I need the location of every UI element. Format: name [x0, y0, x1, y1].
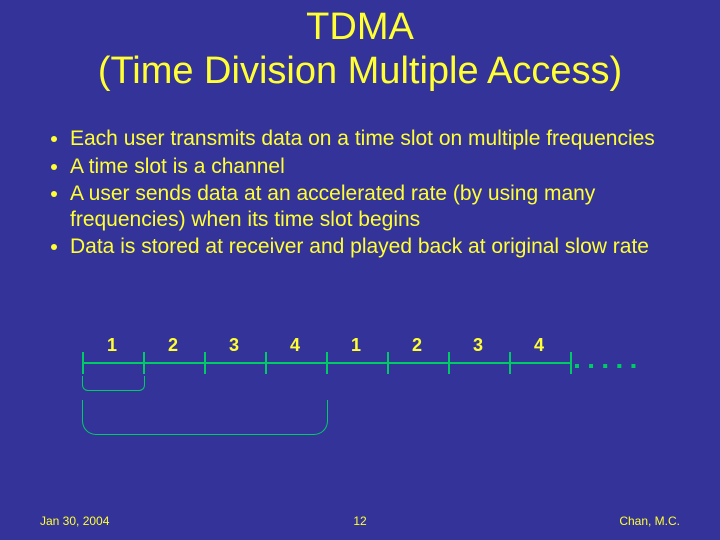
large-bracket	[82, 400, 328, 435]
slot-label: 4	[509, 335, 569, 356]
tdma-timeline: ▪ ▪ ▪ ▪ ▪ 1 2 3 4 1 2 3 4	[62, 330, 652, 460]
small-bracket	[82, 376, 145, 391]
bullet-item: A time slot is a channel	[70, 154, 680, 180]
bullet-item: Data is stored at receiver and played ba…	[70, 234, 680, 260]
slot-label: 3	[204, 335, 264, 356]
tick	[570, 352, 572, 374]
title-line2: (Time Division Multiple Access)	[0, 50, 720, 94]
footer-author: Chan, M.C.	[619, 514, 680, 528]
slot-label: 3	[448, 335, 508, 356]
slot-label: 1	[82, 335, 142, 356]
bullet-item: A user sends data at an accelerated rate…	[70, 181, 680, 232]
bullet-list: Each user transmits data on a time slot …	[40, 126, 680, 262]
slot-label: 4	[265, 335, 325, 356]
slot-label: 2	[143, 335, 203, 356]
title-line1: TDMA	[0, 6, 720, 50]
slide: TDMA (Time Division Multiple Access) Eac…	[0, 0, 720, 540]
slot-label: 1	[326, 335, 386, 356]
slide-title: TDMA (Time Division Multiple Access)	[0, 6, 720, 93]
axis-continuation-dots: ▪ ▪ ▪ ▪ ▪	[574, 358, 638, 376]
bullet-item: Each user transmits data on a time slot …	[70, 126, 680, 152]
footer-page: 12	[0, 514, 720, 528]
slot-label: 2	[387, 335, 447, 356]
